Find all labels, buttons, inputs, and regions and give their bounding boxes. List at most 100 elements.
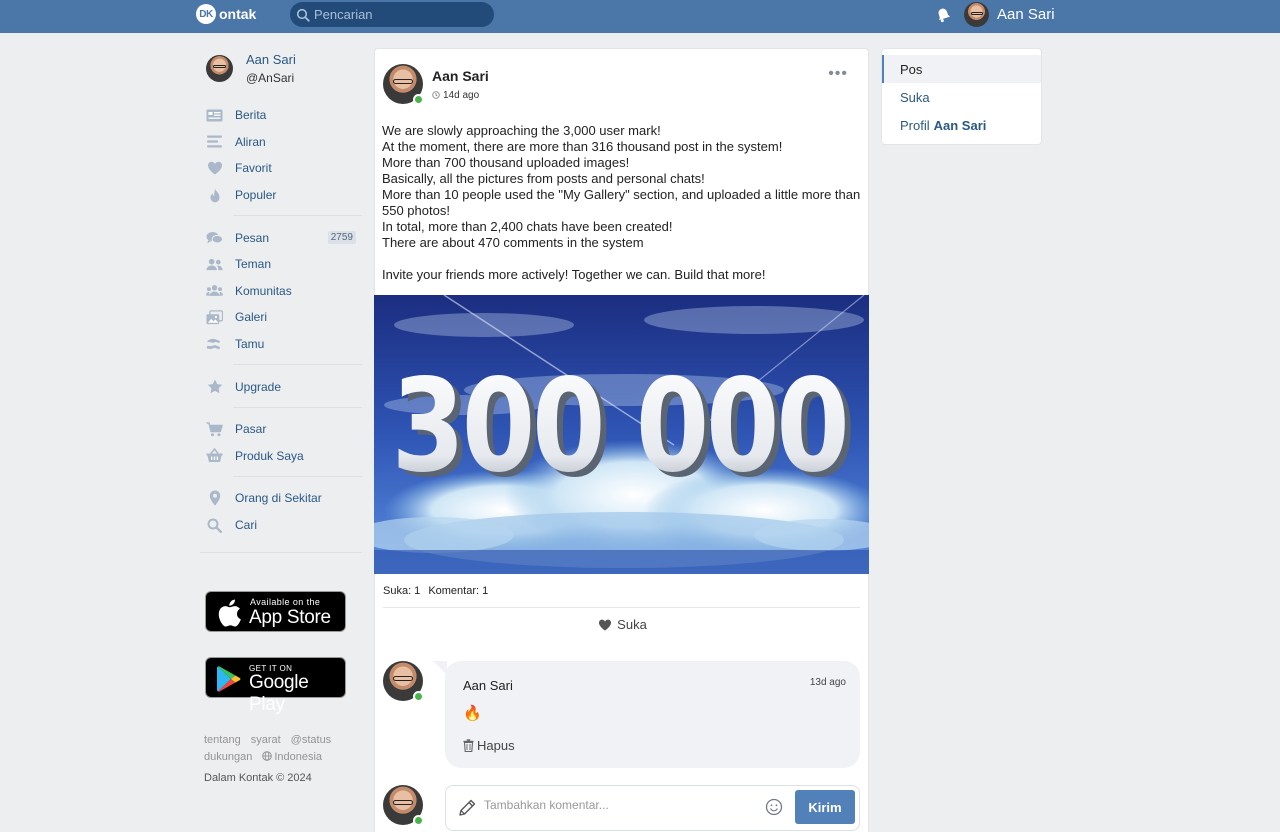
footer-link-status[interactable]: @status [291, 734, 332, 746]
post-image-artwork: 300 000 300 000 [374, 295, 869, 574]
comment-author[interactable]: Aan Sari [463, 678, 513, 693]
cart-icon [206, 421, 223, 438]
google-play-badge[interactable]: GET IT ON Google Play [205, 657, 346, 715]
like-button-label: Suka [617, 617, 647, 632]
online-indicator [413, 691, 424, 702]
footer-link-tentang[interactable]: tentang [204, 734, 241, 746]
google-play-logo-icon [217, 666, 241, 693]
sidebar-item-komunitas[interactable]: Komunitas [200, 278, 362, 305]
sidebar-item-pasar[interactable]: Pasar [200, 416, 362, 443]
top-bar: DK ontak Aan Sari [0, 0, 1280, 33]
tab-suka[interactable]: Suka [882, 83, 1041, 111]
sidebar-divider [233, 215, 362, 217]
footer-link-dukungan[interactable]: dukungan [204, 751, 252, 763]
app-store-badge[interactable]: Available on the App Store [205, 591, 346, 633]
sidebar-item-teman[interactable]: Teman [200, 251, 362, 278]
like-button[interactable]: Suka [375, 617, 870, 632]
search-input[interactable] [314, 7, 484, 22]
delete-comment-button[interactable]: Hapus [463, 738, 515, 753]
avatar[interactable] [383, 661, 424, 702]
basket-icon [206, 447, 223, 464]
sidebar-item-label: Galeri [235, 310, 268, 325]
profile-name: Aan Sari [246, 51, 296, 67]
send-comment-button[interactable]: Kirim [795, 790, 855, 824]
sidebar-item-produk-saya[interactable]: Produk Saya [200, 443, 362, 470]
online-indicator [413, 815, 424, 826]
friends-icon [206, 256, 223, 273]
communities-icon [206, 282, 223, 299]
sidebar-item-favorit[interactable]: Favorit [200, 155, 362, 182]
sidebar-item-aliran[interactable]: Aliran [200, 129, 362, 156]
sidebar-profile[interactable]: Aan Sari @AnSari [200, 48, 362, 88]
top-user-menu[interactable]: Aan Sari [964, 2, 1055, 27]
news-icon [206, 107, 223, 124]
post-time: 14d ago [432, 90, 489, 101]
post-image-caption-shadow: 300 000 [392, 352, 847, 501]
sidebar-item-cari[interactable]: Cari [200, 512, 362, 539]
gallery-icon [206, 309, 223, 326]
sidebar-item-populer[interactable]: Populer [200, 182, 362, 209]
flame-icon [206, 187, 223, 204]
google-play-big-text: Google Play [249, 672, 309, 716]
sidebar-divider [233, 406, 362, 408]
pencil-icon [459, 799, 476, 816]
post-divider [383, 607, 860, 608]
search-bar[interactable] [290, 2, 494, 27]
profile-tabs: Pos Suka Profil Aan Sari [881, 48, 1042, 145]
delete-comment-label: Hapus [477, 738, 515, 753]
sidebar-item-upgrade[interactable]: Upgrade [200, 373, 362, 400]
logo[interactable]: DK ontak [196, 4, 256, 24]
likes-count[interactable]: Suka: 1 [383, 585, 420, 597]
notifications-bell-icon[interactable] [936, 7, 951, 26]
app-store-small-text: Available on the [250, 597, 321, 608]
comment-bubble: Aan Sari 13d ago 🔥 Hapus [433, 661, 860, 768]
sidebar-item-label: Komunitas [235, 283, 292, 298]
tab-profil-name: Aan Sari [933, 117, 987, 133]
sidebar-item-label: Pasar [235, 422, 267, 437]
post-header: Aan Sari 14d ago [383, 64, 489, 105]
sidebar-item-tamu[interactable]: Tamu [200, 331, 362, 358]
language-selector[interactable]: Indonesia [262, 751, 332, 763]
profile-handle: @AnSari [246, 70, 295, 85]
sidebar-item-label: Pesan [235, 230, 270, 245]
tab-profil[interactable]: Profil Aan Sari [882, 111, 1041, 139]
tab-pos[interactable]: Pos [882, 55, 1041, 83]
language-label: Indonesia [274, 751, 323, 764]
avatar[interactable] [383, 64, 424, 105]
sidebar-item-label: Produk Saya [235, 448, 304, 463]
sidebar-item-galeri[interactable]: Galeri [200, 304, 362, 331]
footer-links: tentang syarat @status dukungan Indonesia [204, 732, 362, 766]
sidebar-item-pesan[interactable]: Pesan 2759 [200, 224, 362, 251]
footer-link-syarat[interactable]: syarat [251, 734, 281, 746]
trash-icon [463, 739, 474, 752]
post-image[interactable]: 300 000 300 000 [374, 295, 869, 574]
sidebar-item-label: Favorit [235, 161, 272, 176]
sidebar-item-label: Cari [235, 518, 258, 533]
sidebar-item-label: Upgrade [235, 379, 282, 394]
comment-time: 13d ago [809, 677, 846, 688]
avatar [206, 54, 233, 82]
tab-profil-prefix: Profil [900, 117, 930, 133]
emoji-icon[interactable] [765, 798, 783, 816]
post-author[interactable]: Aan Sari [432, 68, 489, 84]
top-user-name: Aan Sari [997, 6, 1055, 23]
logo-text: ontak [219, 6, 257, 22]
location-pin-icon [206, 490, 223, 507]
sidebar-divider [233, 364, 362, 366]
sidebar-divider [200, 552, 362, 554]
comment-input-box[interactable]: Kirim [445, 785, 860, 831]
sidebar-item-label: Teman [235, 257, 272, 272]
post-time-label: 14d ago [443, 89, 480, 101]
avatar [383, 785, 424, 826]
sidebar-item-orang-di-sekitar[interactable]: Orang di Sekitar [200, 485, 362, 512]
sidebar-item-label: Aliran [235, 134, 266, 149]
comment: Aan Sari 13d ago 🔥 Hapus [383, 661, 860, 768]
post-card: Aan Sari 14d ago ••• We are slowly appro… [374, 48, 869, 832]
sidebar-item-label: Orang di Sekitar [235, 491, 322, 506]
comments-count[interactable]: Komentar: 1 [428, 585, 488, 597]
sidebar-divider [233, 476, 362, 478]
search-icon [206, 517, 223, 534]
sidebar-item-berita[interactable]: Berita [200, 102, 362, 129]
comment-input[interactable] [484, 798, 754, 812]
post-more-menu-icon[interactable]: ••• [828, 65, 848, 83]
